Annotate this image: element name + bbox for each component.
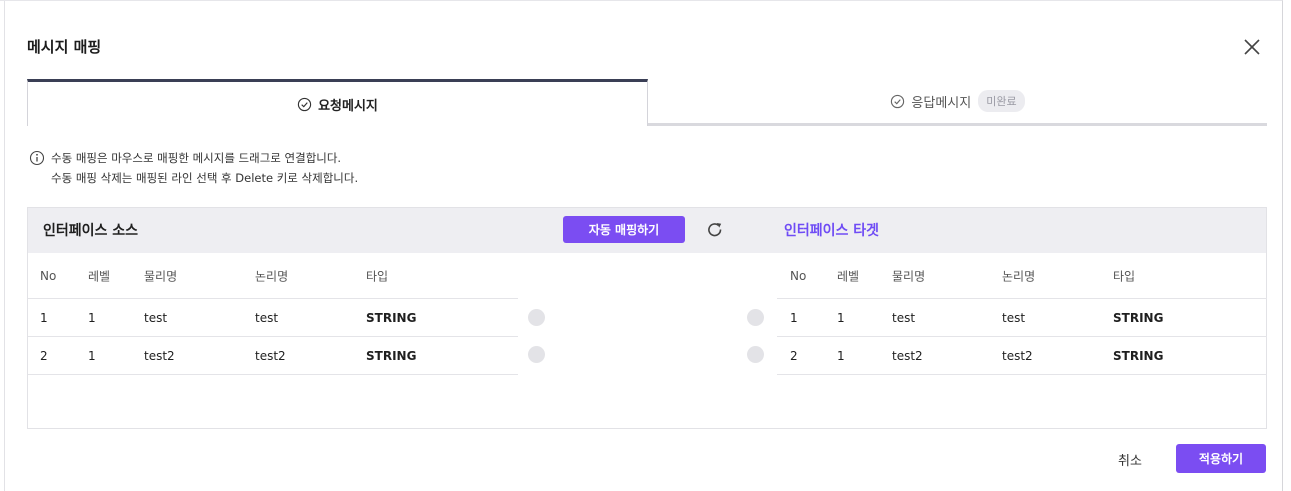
cell-no: 1 [790,310,798,325]
cell-type: STRING [366,348,417,363]
close-button[interactable] [1241,36,1263,58]
cell-no: 2 [40,348,48,363]
cell-logical: test [255,310,279,325]
cell-type: STRING [1113,348,1164,363]
cell-logical: test2 [1002,348,1033,363]
cell-no: 2 [790,348,798,363]
column-header-no: No [40,268,57,283]
close-icon [1244,39,1260,55]
mapping-panel: 인터페이스 소스 자동 매핑하기 인터페이스 타겟 No 레벨 물리명 논리명 … [27,207,1267,429]
cancel-button[interactable]: 취소 [1107,445,1153,473]
target-grid: No 레벨 물리명 논리명 타입 1 1 test test STRING 2 … [777,253,1267,375]
tab-label: 응답메시지 [911,95,972,111]
target-connector-dot[interactable] [747,309,764,326]
table-row[interactable]: 1 1 test test STRING [777,299,1267,337]
table-row[interactable]: 2 1 test2 test2 STRING [777,337,1267,375]
info-line-2: 수동 매핑 삭제는 매핑된 라인 선택 후 Delete 키로 삭제합니다. [51,171,359,185]
cell-level: 1 [88,348,96,363]
mapping-panel-header: 인터페이스 소스 자동 매핑하기 인터페이스 타겟 [28,208,1266,253]
check-circle-icon [890,94,905,109]
info-line-1: 수동 매핑은 마우스로 매핑한 메시지를 드래그로 연결합니다. [51,151,342,165]
info-circle-icon [29,150,45,166]
cell-physical: test [144,310,168,325]
message-tabs: 요청메시지 응답메시지 미완료 [27,79,1267,126]
target-header-row: No 레벨 물리명 논리명 타입 [777,253,1267,299]
cell-level: 1 [837,348,845,363]
column-header-physical: 물리명 [144,269,178,283]
column-header-no: No [790,268,807,283]
source-title: 인터페이스 소스 [43,223,139,239]
refresh-icon[interactable] [705,220,725,240]
column-header-level: 레벨 [837,269,860,283]
incomplete-badge: 미완료 [978,90,1025,112]
mapping-info: 수동 매핑은 마우스로 매핑한 메시지를 드래그로 연결합니다. 수동 매핑 삭… [29,148,358,188]
cell-level: 1 [88,310,96,325]
cell-no: 1 [40,310,48,325]
dialog-title: 메시지 매핑 [27,38,102,56]
source-grid: No 레벨 물리명 논리명 타입 1 1 test test STRING 2 … [28,253,518,375]
cell-physical: test2 [144,348,175,363]
tab-response-message[interactable]: 응답메시지 미완료 [648,79,1267,126]
cell-level: 1 [837,310,845,325]
cell-physical: test2 [892,348,923,363]
cell-logical: test [1002,310,1026,325]
source-connector-dot[interactable] [528,346,545,363]
dialog-edge [4,1,5,491]
tab-request-message[interactable]: 요청메시지 [27,79,648,126]
cell-physical: test [892,310,916,325]
source-header-row: No 레벨 물리명 논리명 타입 [28,253,518,299]
table-row[interactable]: 2 1 test2 test2 STRING [28,337,518,375]
check-circle-icon [297,97,312,112]
cell-type: STRING [366,310,417,325]
column-header-logical: 논리명 [1002,269,1036,283]
source-connector-dot[interactable] [528,309,545,326]
apply-button[interactable]: 적용하기 [1176,444,1266,473]
column-header-level: 레벨 [88,269,111,283]
column-header-logical: 논리명 [255,269,289,283]
message-mapping-dialog: 메시지 매핑 요청메시지 응답메시지 미완료 수동 매핑은 마우스로 매핑한 메… [0,0,1283,491]
tab-label: 요청메시지 [318,98,378,114]
column-header-type: 타입 [366,269,389,283]
target-title: 인터페이스 타겟 [784,223,880,239]
cell-type: STRING [1113,310,1164,325]
cell-logical: test2 [255,348,286,363]
column-header-physical: 물리명 [892,269,926,283]
auto-mapping-button[interactable]: 자동 매핑하기 [563,216,685,243]
column-header-type: 타입 [1113,269,1136,283]
table-row[interactable]: 1 1 test test STRING [28,299,518,337]
target-connector-dot[interactable] [747,346,764,363]
